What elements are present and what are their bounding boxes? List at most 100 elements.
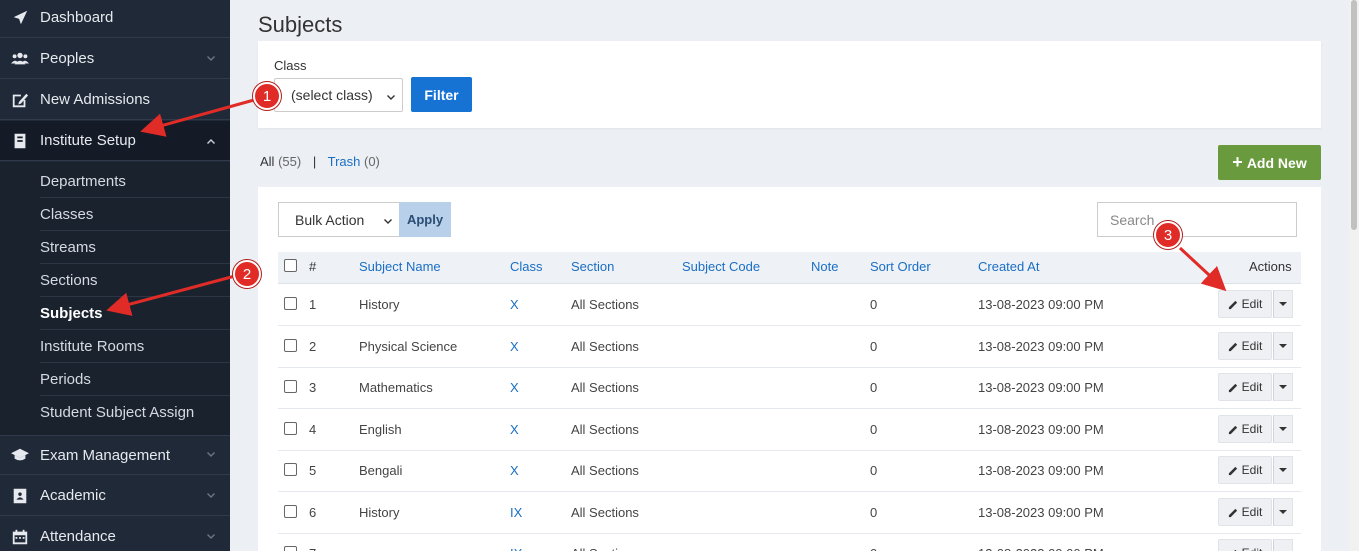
cell-created-at: 13-08-2023 09:00 PM: [978, 297, 1104, 312]
edit-label: Edit: [1241, 505, 1263, 519]
row-checkbox[interactable]: [284, 422, 297, 435]
cell-created-at: 13-08-2023 09:00 PM: [978, 463, 1104, 478]
chevron-up-icon: [204, 136, 218, 146]
users-icon: [10, 49, 30, 69]
caret-down-icon: [1279, 302, 1287, 306]
edit-button[interactable]: Edit: [1218, 290, 1272, 318]
table-row: [278, 451, 1301, 492]
header-subject-name[interactable]: Subject Name: [359, 259, 441, 274]
class-select[interactable]: (select class): [274, 78, 403, 112]
pencil-icon: [1228, 300, 1237, 309]
trash-link[interactable]: Trash: [328, 154, 361, 169]
sidebar-item-label: New Admissions: [40, 91, 151, 108]
sidebar-item-exam-management[interactable]: Exam Management: [0, 435, 230, 475]
cell-class[interactable]: X: [510, 422, 519, 437]
record-counts: All (55) | Trash (0): [260, 154, 380, 169]
cell-created-at: 13-08-2023 09:00 PM: [978, 546, 1104, 551]
class-select-value: (select class): [291, 87, 373, 103]
header-created-at[interactable]: Created At: [978, 259, 1039, 274]
table-row: [278, 285, 1301, 326]
sidebar-item-academic[interactable]: Academic: [0, 476, 230, 516]
chevron-down-icon: [204, 54, 218, 64]
sidebar-subitem-sections[interactable]: Sections: [40, 264, 230, 297]
plus-icon: +: [1232, 152, 1243, 172]
search-input[interactable]: [1097, 202, 1297, 237]
cell-sort-order: 0: [870, 297, 878, 312]
trash-count: (0): [363, 154, 380, 169]
cell-class[interactable]: X: [510, 463, 519, 478]
row-actions-dropdown[interactable]: [1273, 373, 1293, 401]
cell-sort-order: 0: [870, 463, 878, 478]
caret-down-icon: [1279, 510, 1287, 514]
chevron-down-icon: [204, 532, 218, 542]
row-checkbox[interactable]: [284, 297, 297, 310]
all-link[interactable]: All: [260, 154, 274, 169]
cell-class[interactable]: IX: [510, 546, 522, 551]
edit-icon: [10, 90, 30, 110]
sidebar-subitem-label: Institute Rooms: [40, 337, 145, 355]
row-actions-dropdown[interactable]: [1273, 332, 1293, 360]
cell-section: All Sections: [571, 297, 639, 312]
row-actions-dropdown[interactable]: [1273, 290, 1293, 318]
cell-class[interactable]: X: [510, 297, 519, 312]
sidebar: Dashboard Peoples New Admissions Institu…: [0, 0, 230, 551]
row-actions-dropdown[interactable]: [1273, 415, 1293, 443]
sidebar-subitem-institute-rooms[interactable]: Institute Rooms: [40, 330, 230, 363]
cell-section: All Sections: [571, 463, 639, 478]
pencil-icon: [1233, 549, 1237, 551]
sidebar-item-institute-setup[interactable]: Institute Setup: [0, 121, 230, 161]
sidebar-subitem-label: Student Subject Assign: [40, 404, 195, 421]
select-all-checkbox[interactable]: [284, 259, 297, 272]
sidebar-subitem-periods[interactable]: Periods: [40, 363, 230, 396]
row-actions-dropdown[interactable]: [1273, 498, 1293, 526]
cell-class[interactable]: X: [510, 339, 519, 354]
sidebar-item-label: Attendance: [40, 528, 116, 545]
annotation-badge-3: 3: [1154, 221, 1182, 249]
sidebar-item-dashboard[interactable]: Dashboard: [0, 0, 230, 38]
cell-section: All Sections: [571, 546, 639, 551]
header-section[interactable]: Section: [571, 259, 614, 274]
sidebar-item-attendance[interactable]: Attendance: [0, 517, 230, 551]
scrollbar-thumb[interactable]: [1351, 0, 1357, 230]
header-subject-code[interactable]: Subject Code: [682, 259, 760, 274]
sidebar-subitem-streams[interactable]: Streams: [40, 231, 230, 264]
row-checkbox[interactable]: [284, 546, 297, 551]
cell-class[interactable]: X: [510, 380, 519, 395]
filter-button[interactable]: Filter: [411, 77, 472, 112]
header-note[interactable]: Note: [811, 259, 838, 274]
sidebar-item-label: Dashboard: [40, 9, 114, 26]
sidebar-item-label: Institute Setup: [40, 132, 136, 149]
sidebar-subitem-departments[interactable]: Departments: [40, 165, 230, 198]
sidebar-subitem-student-subject-assign[interactable]: Student Subject Assign: [40, 396, 230, 429]
header-sort-order[interactable]: Sort Order: [870, 259, 931, 274]
edit-button[interactable]: Edit: [1218, 332, 1272, 360]
cell-sort-order: 0: [870, 505, 878, 520]
cell-num: 3: [309, 380, 317, 395]
row-checkbox[interactable]: [284, 463, 297, 476]
pencil-icon: [1228, 342, 1237, 351]
cell-section: All Sections: [571, 505, 639, 520]
pencil-icon: [1228, 425, 1237, 434]
edit-button[interactable]: Edit: [1218, 456, 1272, 484]
chevron-down-icon: [204, 491, 218, 501]
edit-button[interactable]: Edit: [1218, 415, 1272, 443]
sidebar-item-peoples[interactable]: Peoples: [0, 39, 230, 79]
sidebar-item-new-admissions[interactable]: New Admissions: [0, 80, 230, 120]
sidebar-subitem-subjects[interactable]: Subjects: [40, 297, 230, 330]
apply-button[interactable]: Apply: [399, 202, 451, 237]
row-actions-dropdown[interactable]: [1273, 456, 1293, 484]
edit-button[interactable]: Edit: [1218, 539, 1272, 551]
id-card-icon: [10, 486, 30, 506]
row-checkbox[interactable]: [284, 505, 297, 518]
row-checkbox[interactable]: [284, 339, 297, 352]
edit-label: Edit: [1241, 422, 1263, 436]
cell-class[interactable]: IX: [510, 505, 522, 520]
add-new-button[interactable]: + Add New: [1218, 145, 1321, 180]
edit-button[interactable]: Edit: [1218, 373, 1272, 401]
sidebar-subitem-classes[interactable]: Classes: [40, 198, 230, 231]
bulk-action-select[interactable]: Bulk Action: [278, 202, 400, 237]
row-actions-dropdown[interactable]: [1273, 539, 1293, 551]
header-class[interactable]: Class: [510, 259, 543, 274]
edit-button[interactable]: Edit: [1218, 498, 1272, 526]
row-checkbox[interactable]: [284, 380, 297, 393]
